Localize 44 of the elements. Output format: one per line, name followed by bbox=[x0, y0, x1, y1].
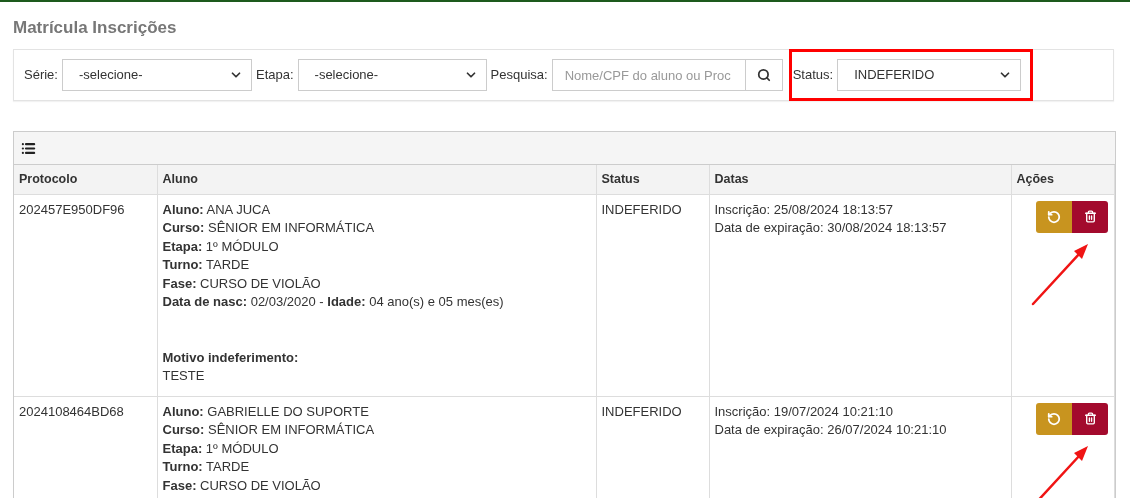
status-cell: INDEFERIDO bbox=[601, 403, 682, 419]
serie-select[interactable]: -selecione- bbox=[61, 59, 252, 91]
status-cell: INDEFERIDO bbox=[601, 201, 682, 217]
date-line: Inscrição: 19/07/2024 10:21:10 bbox=[714, 402, 895, 421]
reason-text: TESTE bbox=[162, 367, 206, 386]
filter-label: Série: bbox=[24, 66, 58, 85]
column-header: Ações bbox=[1011, 165, 1115, 195]
trash-icon bbox=[1083, 412, 1097, 426]
reason-label: Motivo indeferimento: bbox=[162, 348, 300, 367]
delete-button[interactable] bbox=[1072, 200, 1108, 233]
student-detail: Data de nasc: 02/03/2020 - Idade: 04 ano(s) e 05 mes(es) bbox=[162, 293, 505, 312]
etapa-select[interactable]: -selecione- bbox=[297, 59, 487, 91]
filter-label: Pesquisa: bbox=[490, 66, 548, 85]
undo-icon bbox=[1047, 209, 1061, 224]
search-field[interactable]: Nome/CPF do aluno ou Proc bbox=[551, 59, 746, 91]
student-detail: Turno: TARDE bbox=[162, 256, 251, 275]
column-header: Protocolo bbox=[14, 165, 157, 195]
protocol-cell: 2024108464BD68 bbox=[19, 403, 124, 419]
undo-icon bbox=[1047, 411, 1061, 426]
protocol-cell: 202457E950DF96 bbox=[19, 201, 125, 217]
search-button[interactable] bbox=[745, 59, 783, 91]
date-line: Data de expiração: 30/08/2024 18:13:57 bbox=[714, 219, 948, 238]
student-detail: Etapa: 1º MÓDULO bbox=[162, 237, 280, 256]
delete-button[interactable] bbox=[1072, 402, 1108, 435]
student-detail: Etapa: 1º MÓDULO bbox=[162, 439, 280, 458]
date-line: Data de expiração: 26/07/2024 10:21:10 bbox=[714, 421, 948, 440]
student-detail: Aluno: ANA JUCA bbox=[162, 200, 272, 219]
filter-label: Status: bbox=[792, 66, 834, 85]
column-header: Aluno bbox=[157, 165, 596, 195]
page-title: Matrícula Inscrições bbox=[13, 17, 178, 39]
column-header: Datas bbox=[709, 165, 1011, 195]
student-detail: Curso: SÊNIOR EM INFORMÁTICA bbox=[162, 219, 376, 238]
list-icon bbox=[21, 140, 36, 156]
trash-icon bbox=[1083, 210, 1097, 224]
status-select[interactable]: INDEFERIDO bbox=[837, 59, 1022, 91]
student-detail: Turno: TARDE bbox=[162, 458, 251, 477]
student-detail: Fase: CURSO DE VIOLÃO bbox=[162, 476, 322, 495]
student-detail: Curso: SÊNIOR EM INFORMÁTICA bbox=[162, 421, 376, 440]
column-header: Status bbox=[596, 165, 709, 195]
filter-label: Etapa: bbox=[255, 66, 294, 85]
student-detail: Aluno: GABRIELLE DO SUPORTE bbox=[162, 402, 370, 421]
date-line: Inscrição: 25/08/2024 18:13:57 bbox=[714, 200, 895, 219]
student-detail: Fase: CURSO DE VIOLÃO bbox=[162, 274, 322, 293]
search-icon bbox=[756, 68, 771, 82]
